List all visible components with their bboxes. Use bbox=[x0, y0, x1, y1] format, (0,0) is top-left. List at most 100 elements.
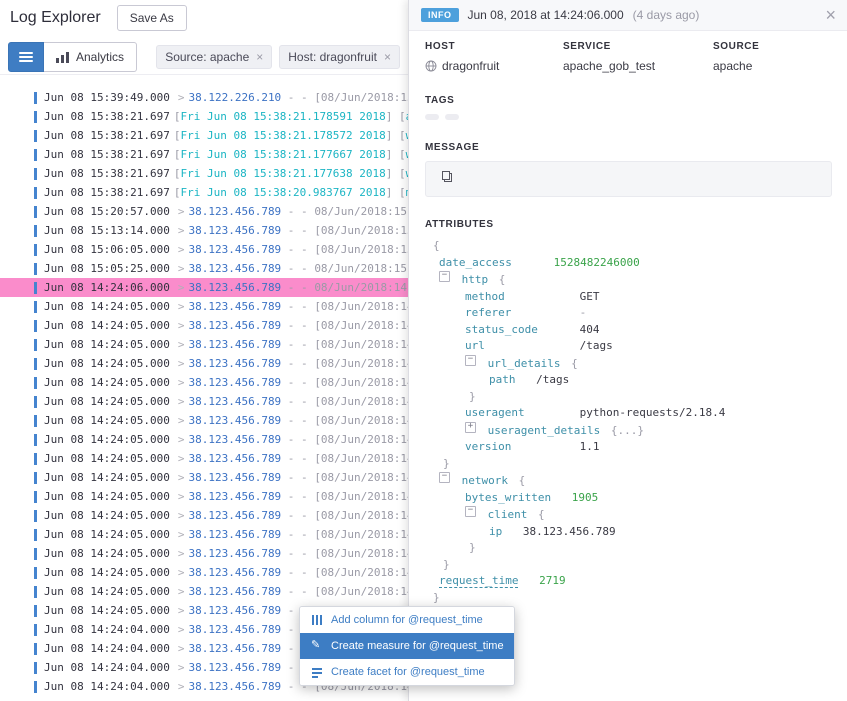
log-row[interactable]: Jun 08 15:38:21.697 [ Fri Jun 08 15:38:2… bbox=[0, 183, 408, 202]
log-row[interactable]: Jun 08 14:24:05.000 > 38.123.456.789 - -… bbox=[0, 563, 408, 582]
expand-caret-icon[interactable]: > bbox=[178, 224, 185, 237]
attribute-key[interactable]: date_access bbox=[439, 255, 533, 272]
attribute-key[interactable]: version bbox=[465, 439, 559, 456]
attribute-line[interactable]: useragent python-requests/2.18.4 bbox=[425, 405, 832, 422]
log-row[interactable]: Jun 08 14:24:05.000 > 38.123.456.789 - -… bbox=[0, 544, 408, 563]
filter-pill-source[interactable]: Source: apache × bbox=[156, 45, 272, 69]
attribute-line[interactable]: version 1.1 bbox=[425, 439, 832, 456]
analytics-button[interactable]: Analytics bbox=[44, 42, 137, 72]
attribute-key[interactable]: network bbox=[462, 474, 508, 487]
expand-caret-icon[interactable]: > bbox=[178, 91, 185, 104]
attribute-line[interactable]: network { bbox=[425, 472, 832, 490]
expand-caret-icon[interactable]: > bbox=[178, 661, 185, 674]
expand-caret-icon[interactable]: > bbox=[178, 262, 185, 275]
attribute-line[interactable]: client { bbox=[425, 506, 832, 524]
log-row[interactable]: Jun 08 14:24:05.000 > 38.123.456.789 - -… bbox=[0, 449, 408, 468]
toggle-icon[interactable] bbox=[465, 422, 476, 433]
source-value[interactable]: apache bbox=[713, 59, 752, 73]
log-row[interactable]: Jun 08 14:24:05.000 > 38.123.456.789 - -… bbox=[0, 487, 408, 506]
log-row[interactable]: Jun 08 15:38:21.697 [ Fri Jun 08 15:38:2… bbox=[0, 126, 408, 145]
log-row[interactable]: Jun 08 14:24:05.000 > 38.123.456.789 - -… bbox=[0, 373, 408, 392]
log-row[interactable]: Jun 08 15:38:21.697 [ Fri Jun 08 15:38:2… bbox=[0, 164, 408, 183]
expand-caret-icon[interactable]: > bbox=[178, 338, 185, 351]
attribute-line[interactable]: path /tags bbox=[425, 372, 832, 389]
expand-caret-icon[interactable]: > bbox=[178, 585, 185, 598]
log-row[interactable]: Jun 08 14:24:05.000 > 38.123.456.789 - -… bbox=[0, 354, 408, 373]
tag-pill[interactable] bbox=[425, 114, 439, 120]
log-row[interactable]: Jun 08 14:24:05.000 > 38.123.456.789 - -… bbox=[0, 392, 408, 411]
log-row[interactable]: Jun 08 15:38:21.697 [ Fri Jun 08 15:38:2… bbox=[0, 145, 408, 164]
host-value[interactable]: dragonfruit bbox=[442, 59, 499, 73]
expand-caret-icon[interactable]: > bbox=[178, 547, 185, 560]
attribute-key[interactable]: url_details bbox=[488, 357, 561, 370]
log-row[interactable]: Jun 08 14:24:05.000 > 38.123.456.789 - -… bbox=[0, 468, 408, 487]
log-row[interactable]: Jun 08 14:24:05.000 > 38.123.456.789 - -… bbox=[0, 297, 408, 316]
attribute-line[interactable]: ip 38.123.456.789 bbox=[425, 524, 832, 541]
list-view-button[interactable] bbox=[8, 42, 44, 72]
remove-filter-icon[interactable]: × bbox=[256, 50, 263, 64]
expand-caret-icon[interactable]: > bbox=[178, 642, 185, 655]
expand-caret-icon[interactable]: > bbox=[178, 623, 185, 636]
expand-caret-icon[interactable]: > bbox=[178, 566, 185, 579]
save-as-button[interactable]: Save As bbox=[117, 5, 187, 31]
log-row[interactable]: Jun 08 15:39:49.000 > 38.122.226.210 - -… bbox=[0, 88, 408, 107]
attribute-key[interactable]: bytes_written bbox=[465, 491, 551, 504]
attribute-line[interactable]: } bbox=[425, 540, 832, 557]
expand-caret-icon[interactable]: > bbox=[178, 509, 185, 522]
expand-caret-icon[interactable]: > bbox=[178, 490, 185, 503]
toggle-icon[interactable] bbox=[465, 506, 476, 517]
expand-caret-icon[interactable]: > bbox=[178, 433, 185, 446]
attribute-line[interactable]: } bbox=[425, 389, 832, 406]
close-icon[interactable]: × bbox=[825, 7, 836, 23]
toggle-icon[interactable] bbox=[439, 271, 450, 282]
context-menu-item[interactable]: Add column for @request_time bbox=[300, 607, 514, 633]
log-row[interactable]: Jun 08 14:24:05.000 > 38.123.456.789 - -… bbox=[0, 335, 408, 354]
attribute-key[interactable]: method bbox=[465, 289, 559, 306]
attribute-key[interactable]: url bbox=[465, 338, 559, 355]
expand-caret-icon[interactable]: > bbox=[178, 395, 185, 408]
attribute-line[interactable]: } bbox=[425, 590, 832, 607]
expand-caret-icon[interactable]: > bbox=[178, 281, 185, 294]
expand-caret-icon[interactable]: > bbox=[178, 471, 185, 484]
expand-caret-icon[interactable]: > bbox=[178, 414, 185, 427]
attribute-key[interactable]: path bbox=[489, 373, 516, 386]
toggle-icon[interactable] bbox=[465, 355, 476, 366]
log-row[interactable]: Jun 08 15:20:57.000 > 38.123.456.789 - -… bbox=[0, 202, 408, 221]
attribute-line[interactable]: referer - bbox=[425, 305, 832, 322]
expand-caret-icon[interactable]: > bbox=[178, 243, 185, 256]
service-value[interactable]: apache_gob_test bbox=[563, 59, 655, 73]
context-menu-item[interactable]: Create measure for @request_time bbox=[300, 633, 514, 659]
expand-caret-icon[interactable]: > bbox=[178, 357, 185, 370]
expand-caret-icon[interactable]: > bbox=[178, 300, 185, 313]
tag-pill[interactable] bbox=[445, 114, 459, 120]
log-row[interactable]: Jun 08 14:24:05.000 > 38.123.456.789 - -… bbox=[0, 316, 408, 335]
toggle-icon[interactable] bbox=[439, 472, 450, 483]
log-row[interactable]: Jun 08 14:24:05.000 > 38.123.456.789 - -… bbox=[0, 506, 408, 525]
attribute-key[interactable]: client bbox=[488, 508, 528, 521]
attribute-line[interactable]: useragent_details {...} bbox=[425, 422, 832, 440]
attribute-line[interactable]: bytes_written 1905 bbox=[425, 490, 832, 507]
attribute-key[interactable]: http bbox=[462, 273, 489, 286]
expand-caret-icon[interactable]: > bbox=[178, 205, 185, 218]
attribute-key[interactable]: useragent bbox=[465, 405, 559, 422]
attribute-line[interactable]: request_time 2719 bbox=[425, 573, 832, 590]
attribute-key[interactable]: request_time bbox=[439, 574, 518, 588]
log-row[interactable]: Jun 08 15:13:14.000 > 38.123.456.789 - -… bbox=[0, 221, 408, 240]
attribute-line[interactable]: status_code 404 bbox=[425, 322, 832, 339]
expand-caret-icon[interactable]: > bbox=[178, 528, 185, 541]
log-row[interactable]: Jun 08 15:06:05.000 > 38.123.456.789 - -… bbox=[0, 240, 408, 259]
attribute-line[interactable]: { bbox=[425, 238, 832, 255]
attribute-line[interactable]: } bbox=[425, 557, 832, 574]
copy-icon[interactable] bbox=[441, 170, 453, 189]
attribute-line[interactable]: date_access 1528482246000 bbox=[425, 255, 832, 272]
expand-caret-icon[interactable]: > bbox=[178, 376, 185, 389]
expand-caret-icon[interactable]: > bbox=[178, 319, 185, 332]
expand-caret-icon[interactable]: > bbox=[178, 680, 185, 693]
log-row[interactable]: Jun 08 14:24:05.000 > 38.123.456.789 - -… bbox=[0, 411, 408, 430]
log-row[interactable]: Jun 08 14:24:05.000 > 38.123.456.789 - -… bbox=[0, 430, 408, 449]
remove-filter-icon[interactable]: × bbox=[384, 50, 391, 64]
log-row[interactable]: Jun 08 15:05:25.000 > 38.123.456.789 - -… bbox=[0, 259, 408, 278]
log-row[interactable]: Jun 08 14:24:06.000 > 38.123.456.789 - -… bbox=[0, 278, 408, 297]
attribute-key[interactable]: useragent_details bbox=[488, 424, 601, 437]
log-row[interactable]: Jun 08 14:24:05.000 > 38.123.456.789 - -… bbox=[0, 525, 408, 544]
